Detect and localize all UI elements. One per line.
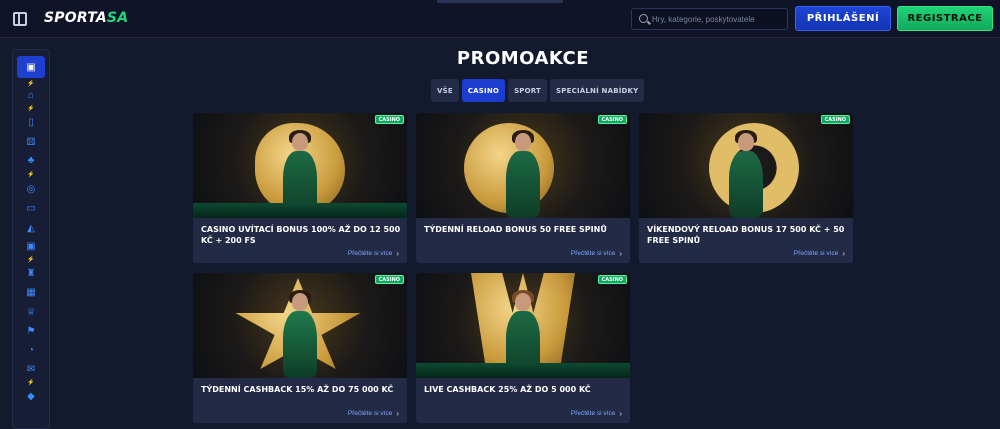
promo-card[interactable]: CASINO TÝDENNÍ CASHBACK 15% AŽ DO 75 000… [193, 273, 407, 423]
sidebar-divider: ⚡ [27, 172, 35, 178]
home-icon[interactable]: ⌂ [17, 87, 45, 103]
slot-icon[interactable]: ▯ [17, 114, 45, 130]
promo-title: VÍKENDOVÝ RELOAD BONUS 17 500 KČ + 50 FR… [647, 225, 845, 245]
promo-image [639, 113, 853, 218]
casino-badge: CASINO [820, 115, 850, 124]
casino-badge: CASINO [597, 115, 627, 124]
promo-title: TÝDENNÍ CASHBACK 15% AŽ DO 75 000 KČ [201, 385, 394, 394]
dealer-figure [725, 130, 767, 218]
casino-table [193, 203, 407, 218]
roulette-icon[interactable]: ◎ [17, 181, 45, 197]
casino-table [416, 363, 630, 378]
chevron-right-icon: › [619, 409, 622, 418]
dealer-figure [279, 290, 321, 378]
gift-icon[interactable]: ▣ [17, 56, 45, 78]
promo-image [416, 113, 630, 218]
search-input[interactable] [652, 11, 784, 27]
read-more-label: Přečtěte si více [347, 250, 393, 257]
sidebar-toggle-icon[interactable] [13, 12, 27, 26]
sidebar-divider: ⚡ [27, 257, 35, 263]
promo-card[interactable]: CASINO VÍKENDOVÝ RELOAD BONUS 17 500 KČ … [639, 113, 853, 263]
read-more-label: Přečtěte si více [347, 410, 393, 417]
tab-sport[interactable]: SPORT [508, 79, 548, 102]
search-icon [639, 14, 648, 23]
top-scroll-indicator [437, 0, 563, 3]
read-more-link[interactable]: Přečtěte si více › [571, 249, 622, 258]
chevron-right-icon: › [842, 249, 845, 258]
page-title: PROMOAKCE [456, 48, 590, 69]
chevron-right-icon: › [619, 249, 622, 258]
chart-icon[interactable]: ◭ [17, 220, 45, 236]
clover-icon[interactable]: ♣ [17, 152, 45, 168]
read-more-link[interactable]: Přečtěte si více › [794, 249, 845, 258]
sidebar: ▣ ⚡ ⌂ ⚡ ▯ ⚄ ♣ ⚡ ◎ ▭ ◭ ▣ ⚡ ♜ ▦ ♕ ⚑ ◔ ✉ ⚡ … [12, 49, 50, 429]
top-bar: SPORTASA PŘIHLÁŠENÍ REGISTRACE [0, 0, 1000, 38]
promo-card[interactable]: CASINO LIVE CASHBACK 25% AŽ DO 5 000 KČ … [416, 273, 630, 423]
read-more-label: Přečtěte si více [793, 250, 839, 257]
promo-title: TÝDENNÍ RELOAD BONUS 50 FREE SPINŮ [424, 225, 607, 234]
dealer-figure [502, 130, 544, 218]
cards-icon[interactable]: ▦ [17, 284, 45, 300]
flag-icon[interactable]: ⚑ [17, 323, 45, 339]
tab-vse[interactable]: VŠE [431, 79, 459, 102]
sidebar-divider: ⚡ [27, 106, 35, 112]
chevron-right-icon: › [396, 249, 399, 258]
chevron-right-icon: › [396, 409, 399, 418]
diamond-icon[interactable]: ◆ [17, 388, 45, 404]
read-more-link[interactable]: Přečtěte si více › [571, 409, 622, 418]
casino-badge: CASINO [597, 275, 627, 284]
read-more-label: Přečtěte si více [570, 410, 616, 417]
register-button[interactable]: REGISTRACE [897, 6, 993, 31]
login-button[interactable]: PŘIHLÁŠENÍ [795, 6, 891, 31]
tv-icon[interactable]: ▣ [17, 238, 45, 254]
trophy-icon[interactable]: ♕ [17, 304, 45, 320]
read-more-link[interactable]: Přečtěte si více › [348, 249, 399, 258]
logo-accent: SA [106, 10, 129, 26]
promo-image [193, 273, 407, 378]
casino-badge: CASINO [374, 115, 404, 124]
promo-title: CASINO UVÍTACÍ BONUS 100% AŽ DO 12 500 K… [201, 225, 401, 245]
search-box[interactable] [631, 8, 788, 30]
promo-title: LIVE CASHBACK 25% AŽ DO 5 000 KČ [424, 385, 591, 394]
read-more-label: Přečtěte si více [570, 250, 616, 257]
mail-icon[interactable]: ✉ [17, 361, 45, 377]
tab-specialni-nabidky[interactable]: SPECIÁLNÍ NABÍDKY [550, 79, 645, 102]
casino-badge: CASINO [374, 275, 404, 284]
logo[interactable]: SPORTASA [44, 10, 128, 30]
trophy-small-icon[interactable]: ♜ [17, 265, 45, 281]
dice-icon[interactable]: ⚄ [17, 134, 45, 150]
promo-card[interactable]: CASINO CASINO UVÍTACÍ BONUS 100% AŽ DO 1… [193, 113, 407, 263]
live-icon[interactable]: ▭ [17, 200, 45, 216]
promo-image [416, 273, 630, 378]
read-more-link[interactable]: Přečtěte si více › [348, 409, 399, 418]
promo-image [193, 113, 407, 218]
promo-card[interactable]: CASINO TÝDENNÍ RELOAD BONUS 50 FREE SPIN… [416, 113, 630, 263]
tab-casino[interactable]: CASINO [461, 79, 506, 102]
jackpot-icon[interactable]: ◔ [17, 342, 45, 358]
promo-tabs: VŠE CASINO SPORT SPECIÁLNÍ NABÍDKY [431, 79, 645, 102]
logo-text: SPORTA [44, 10, 107, 26]
sidebar-divider: ⚡ [27, 380, 35, 386]
